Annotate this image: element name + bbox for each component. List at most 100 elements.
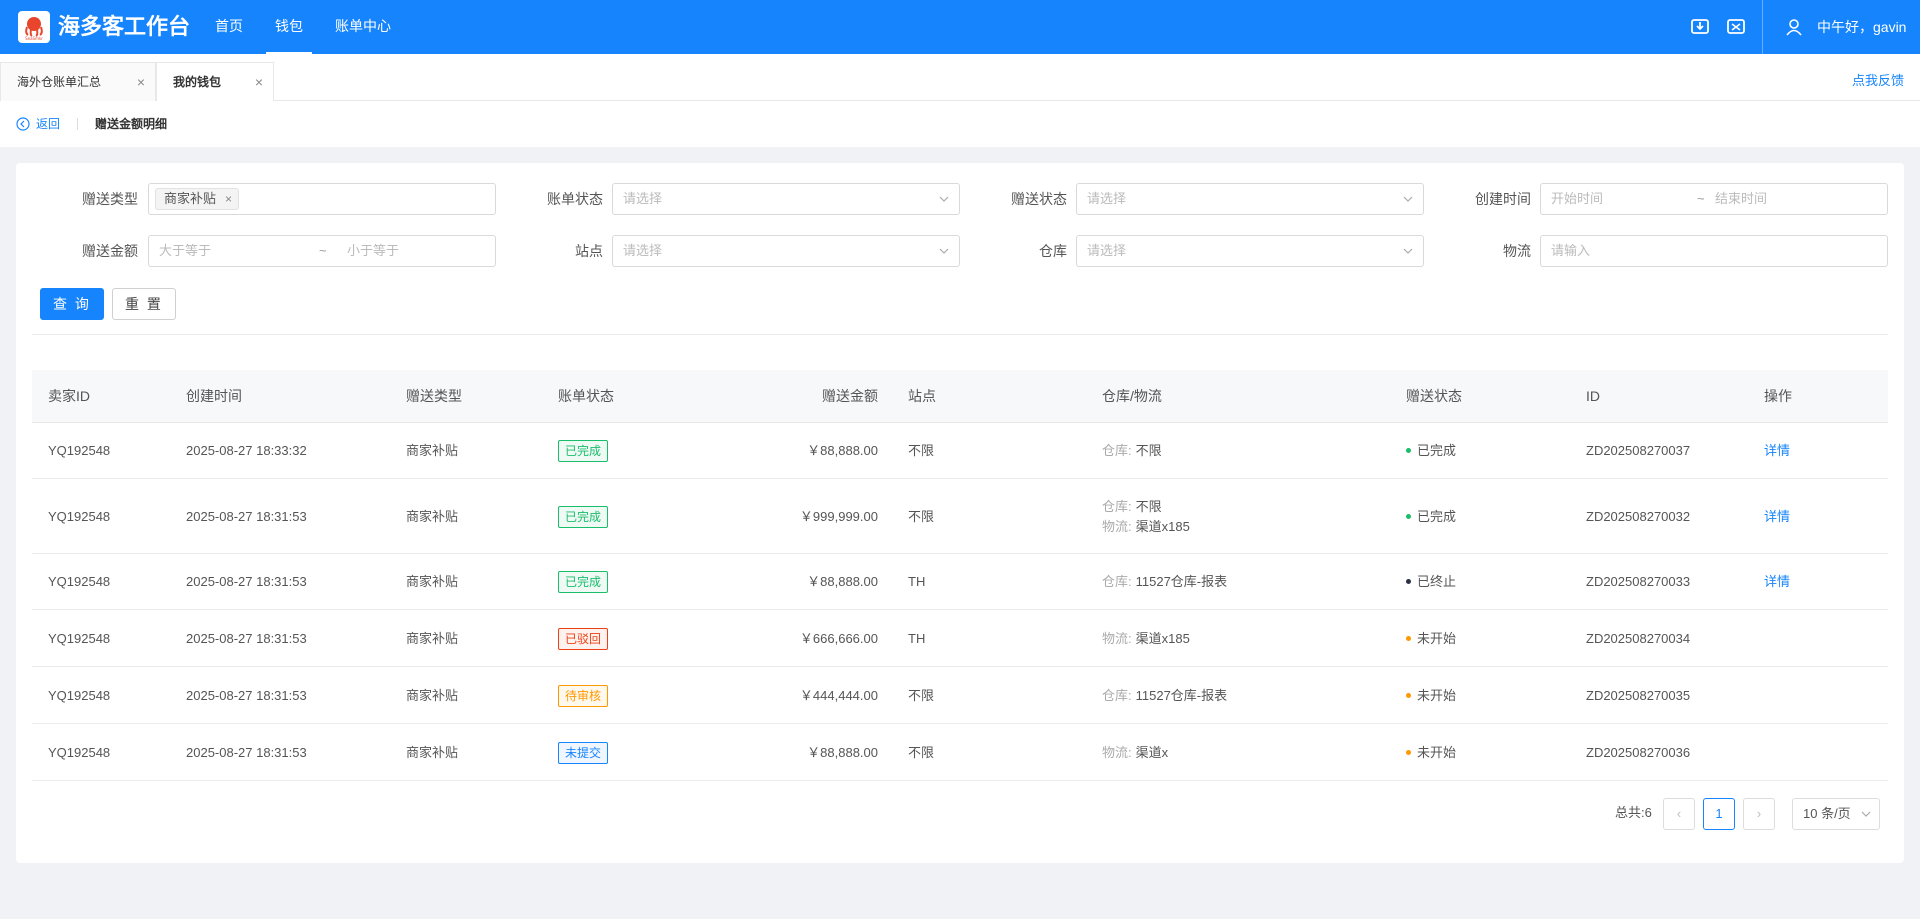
feedback-link[interactable]: 点我反馈 (1852, 54, 1904, 108)
next-page-button[interactable]: › (1743, 798, 1775, 830)
site-placeholder: 请选择 (623, 243, 663, 258)
page-1-button[interactable]: 1 (1703, 798, 1735, 830)
warehouse-logistics-line: 物流: 渠道x185 (1102, 629, 1190, 649)
site-cell: 不限 (908, 687, 935, 703)
wl-value: 渠道x185 (1135, 630, 1190, 646)
warehouse-logistics-line: 物流: 渠道x (1102, 743, 1168, 763)
status-dot-icon (1406, 692, 1411, 698)
divider (32, 334, 1888, 335)
chevron-down-icon (1403, 248, 1413, 254)
record-id-cell: ZD202508270032 (1586, 508, 1691, 524)
logistics-placeholder: 请输入 (1551, 243, 1591, 258)
created-time-range[interactable]: 开始时间 ~ 结束时间 (1540, 183, 1888, 215)
created-time-cell: 2025-08-27 18:31:53 (186, 574, 307, 589)
bill-status-badge: 已完成 (558, 505, 609, 528)
gift-type-select[interactable]: 商家补贴 × (148, 183, 496, 215)
gift-status-cell: 未开始 (1406, 688, 1456, 704)
pagination-total: 总共:6 (1615, 805, 1652, 820)
bill-status-badge: 未提交 (558, 741, 609, 764)
query-button[interactable]: 查 询 (40, 288, 104, 320)
nav-bill-center[interactable]: 账单中心 (335, 0, 391, 54)
top-divider (1762, 0, 1763, 54)
gift-status-placeholder: 请选择 (1087, 191, 1127, 206)
page-title: 赠送金额明细 (95, 117, 168, 131)
site-cell: 不限 (908, 508, 935, 524)
status-dot-icon (1406, 749, 1411, 755)
warehouse-placeholder: 请选择 (1087, 243, 1127, 258)
wl-key: 仓库: (1102, 498, 1132, 514)
bill-status-badge: 已驳回 (558, 627, 609, 650)
created-time-cell: 2025-08-27 18:31:53 (186, 744, 307, 760)
table-row: YQ192548 2025-08-27 18:31:53 商家补贴 已完成 ￥999,9… (32, 479, 1888, 554)
download-icon[interactable] (1690, 16, 1710, 36)
breadcrumb-divider (77, 118, 78, 130)
details-link[interactable]: 详情 (1764, 574, 1790, 590)
user-greeting[interactable]: 中午好，gavin (1817, 0, 1906, 54)
status-dot-icon (1406, 579, 1411, 585)
table-row: YQ192548 2025-08-27 18:31:53 商家补贴 未提交 ￥88,88… (32, 724, 1888, 781)
bill-status-badge: 已完成 (558, 571, 609, 593)
wl-value: 11527仓库-报表 (1135, 687, 1228, 703)
seller-id-cell: YQ192548 (48, 687, 111, 703)
tab-close-icon[interactable]: × (255, 63, 263, 101)
export-icon[interactable] (1726, 16, 1746, 36)
gift-status-text: 已终止 (1417, 574, 1457, 589)
prev-page-button[interactable]: ‹ (1663, 798, 1695, 830)
warehouse-logistics-line: 仓库: 11527仓库-报表 (1102, 686, 1227, 706)
wl-value: 11527仓库-报表 (1135, 574, 1228, 589)
gift-type-cell: 商家补贴 (406, 744, 459, 760)
tab-overseas-bill-summary[interactable]: 海外仓账单汇总 × (0, 62, 156, 101)
wl-key: 仓库: (1102, 687, 1132, 703)
reset-button[interactable]: 重 置 (112, 288, 176, 320)
chevron-down-icon (1861, 811, 1871, 817)
warehouse-logistics-cell: 物流: 渠道x (1102, 743, 1168, 763)
user-icon[interactable] (1784, 17, 1804, 37)
tab-label: 海外仓账单汇总 (17, 75, 102, 89)
nav-home[interactable]: 首页 (215, 0, 243, 54)
created-time-cell: 2025-08-27 18:33:32 (186, 443, 307, 458)
record-id-cell: ZD202508270034 (1586, 630, 1691, 646)
record-id-cell: ZD202508270037 (1586, 443, 1691, 458)
logo-icon[interactable]: SeaSmkr (18, 11, 50, 43)
back-icon[interactable] (16, 117, 30, 131)
site-select[interactable]: 请选择 (612, 235, 960, 267)
wl-key: 物流: (1102, 744, 1132, 760)
warehouse-select[interactable]: 请选择 (1076, 235, 1424, 267)
chevron-down-icon (939, 196, 949, 202)
col-bill-status: 账单状态 (558, 388, 614, 404)
gift-type-label: 赠送类型 (82, 191, 138, 207)
chevron-down-icon (1403, 196, 1413, 202)
created-time-cell: 2025-08-27 18:31:53 (186, 687, 307, 703)
svg-text:SeaSmkr: SeaSmkr (25, 36, 43, 41)
wl-value: 渠道x (1135, 744, 1169, 760)
gift-status-text: 已完成 (1417, 508, 1457, 524)
bill-status-badge: 待审核 (558, 684, 609, 707)
gift-amount-range[interactable]: 大于等于 ~ 小于等于 (148, 235, 496, 267)
back-link[interactable]: 返回 (36, 101, 60, 147)
gift-status-text: 未开始 (1417, 744, 1457, 760)
tabs-bar: 海外仓账单汇总 × 我的钱包 × 点我反馈 (0, 54, 1920, 101)
tab-close-icon[interactable]: × (137, 63, 145, 101)
details-link[interactable]: 详情 (1764, 509, 1790, 525)
bill-status-select[interactable]: 请选择 (612, 183, 960, 215)
gift-amount-cell: ￥999,999.00 (799, 508, 878, 524)
gift-status-text: 未开始 (1417, 630, 1457, 646)
gift-status-select[interactable]: 请选择 (1076, 183, 1424, 215)
details-link[interactable]: 详情 (1764, 443, 1790, 459)
tag-close-icon[interactable]: × (225, 189, 232, 209)
gift-status-cell: 已完成 (1406, 509, 1456, 525)
min-amount-placeholder: 大于等于 (159, 243, 212, 258)
tab-label: 我的钱包 (173, 75, 222, 89)
page-size-select[interactable]: 10 条/页 (1792, 798, 1880, 830)
end-time-placeholder: 结束时间 (1715, 191, 1768, 206)
gift-amount-cell: ￥88,888.00 (807, 744, 878, 760)
logistics-input[interactable]: 请输入 (1540, 235, 1888, 267)
breadcrumb: 返回 赠送金额明细 (0, 101, 1920, 147)
chevron-down-icon (939, 248, 949, 254)
nav-wallet[interactable]: 钱包 (266, 0, 312, 54)
wl-key: 仓库: (1102, 443, 1132, 458)
gift-status-cell: 未开始 (1406, 745, 1456, 761)
gift-type-cell: 商家补贴 (406, 508, 459, 524)
gift-type-cell: 商家补贴 (406, 574, 459, 589)
tab-my-wallet[interactable]: 我的钱包 × (156, 62, 274, 101)
